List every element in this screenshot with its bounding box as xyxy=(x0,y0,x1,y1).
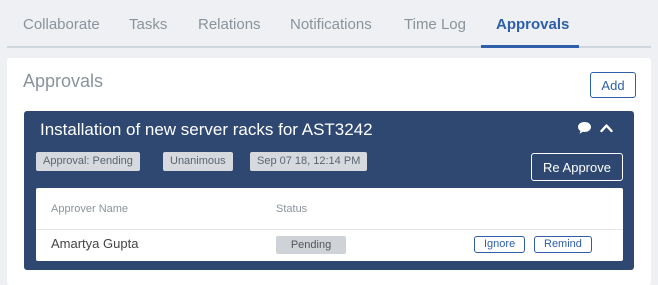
tab-notifications[interactable]: Notifications xyxy=(290,16,372,33)
add-button[interactable]: Add xyxy=(590,72,636,98)
tab-collaborate[interactable]: Collaborate xyxy=(23,16,100,33)
ignore-button[interactable]: Ignore xyxy=(474,236,526,253)
approvals-card: Approvals Add Installation of new server… xyxy=(7,58,651,285)
tab-tasks[interactable]: Tasks xyxy=(129,16,167,33)
chevron-up-icon[interactable] xyxy=(600,123,613,133)
approvers-table: Approver Name Status Amartya Gupta Pendi… xyxy=(36,188,623,261)
tab-approvals[interactable]: Approvals xyxy=(496,16,569,33)
column-header-status: Status xyxy=(276,203,308,215)
panel-actions xyxy=(577,121,617,137)
tab-time-log[interactable]: Time Log xyxy=(404,16,466,33)
tab-bar: Collaborate Tasks Relations Notification… xyxy=(7,0,651,48)
comment-icon[interactable] xyxy=(577,121,592,135)
approval-title: Installation of new server racks for AST… xyxy=(40,120,373,139)
column-header-approver: Approver Name xyxy=(51,203,129,215)
approver-name: Amartya Gupta xyxy=(51,236,139,251)
tab-relations[interactable]: Relations xyxy=(198,16,261,33)
re-approve-button[interactable]: Re Approve xyxy=(531,153,623,181)
active-tab-indicator xyxy=(481,45,579,48)
status-badge: Approval: Pending xyxy=(36,152,140,171)
section-title: Approvals xyxy=(23,71,104,91)
approval-panel: Installation of new server racks for AST… xyxy=(24,111,634,270)
remind-button[interactable]: Remind xyxy=(534,236,592,253)
status-pill: Pending xyxy=(276,236,346,254)
divider xyxy=(36,229,623,230)
approval-type-badge: Unanimous xyxy=(163,152,233,171)
date-badge: Sep 07 18, 12:14 PM xyxy=(250,152,368,171)
